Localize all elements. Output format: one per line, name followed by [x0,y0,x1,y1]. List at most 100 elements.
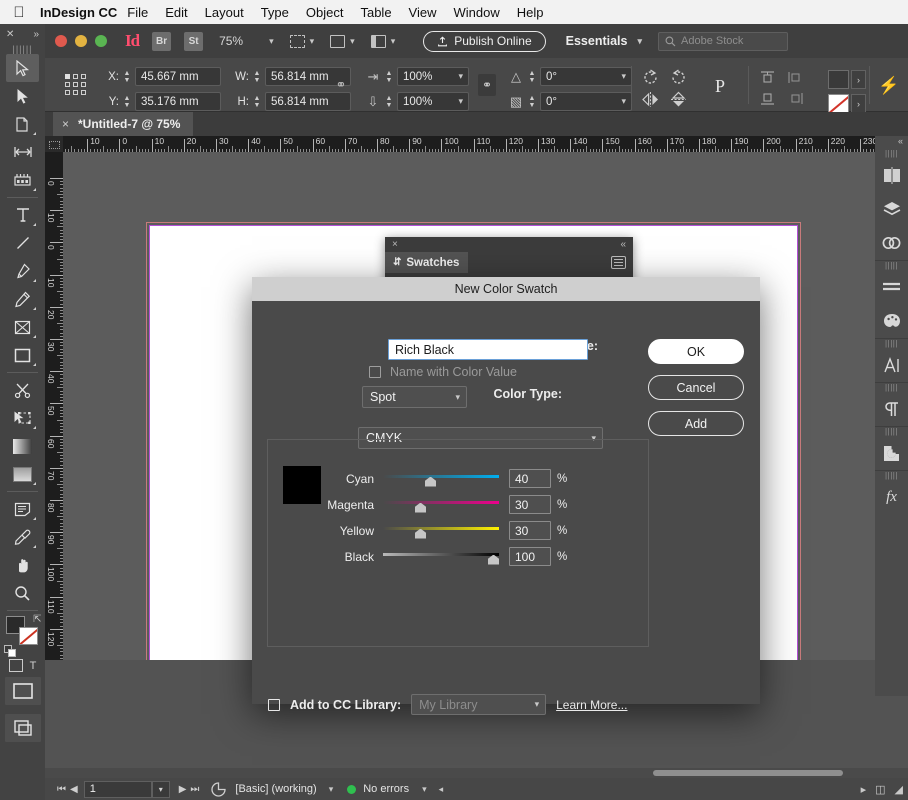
slider-knob-cyan[interactable] [425,476,436,487]
swap-fill-stroke-icon[interactable]: ⇱ [33,614,41,625]
dock-group-grip-1[interactable]: ||||| [875,149,908,158]
publish-online-button[interactable]: Publish Online [423,30,546,52]
name-with-color-value-row[interactable]: Name with Color Value [369,365,517,379]
swatches-panel-tab[interactable]: ⇵ Swatches [385,252,468,273]
stroke-color-dropdown[interactable]: › [851,94,866,113]
pen-tool[interactable] [6,257,39,285]
x-value[interactable]: 45.667 mm [135,67,221,86]
stroke-panel-icon[interactable] [875,270,908,304]
scale-x-stepper[interactable]: ▲ ▼ [384,68,394,86]
workspace-select[interactable]: Essentials ▾ [566,34,642,48]
menu-view[interactable]: View [409,5,437,20]
eyedropper-tool[interactable] [6,523,39,551]
h-stepper[interactable]: ▲ ▼ [252,93,262,111]
dock-group-grip-2[interactable]: ||||| [875,261,908,270]
page-nav-prev[interactable]: ◀ [70,784,78,795]
slider-value-cyan[interactable]: 40 [509,469,551,488]
align-right-button[interactable] [787,91,804,106]
quick-apply-icon[interactable]: ⚡ [878,76,899,96]
swatch-name-input[interactable]: Rich Black [388,339,588,360]
add-button[interactable]: Add [648,411,744,436]
shear-stepper[interactable]: ▲ ▼ [527,93,537,111]
slider-track-black[interactable] [383,548,499,566]
rotate-counterclockwise-button[interactable] [669,68,688,87]
stock-button[interactable]: St [184,31,204,51]
canvas-horizontal-scrollbar[interactable] [63,768,908,778]
zoom-level-select[interactable]: 75% ▾ [219,34,274,48]
tools-expand-icon[interactable]: » [33,29,39,40]
hand-tool[interactable] [6,551,39,579]
shear-value[interactable]: 0° ▾ [540,92,632,111]
close-icon[interactable]: × [62,117,69,131]
status-expand-icon[interactable]: ◂ [439,784,444,795]
rotation-field[interactable]: △ ▲ ▼ 0° ▾ [508,67,632,86]
slider-track-cyan[interactable] [383,470,499,488]
align-left-button[interactable] [787,70,804,85]
menu-help[interactable]: Help [517,5,544,20]
x-stepper[interactable]: ▲ ▼ [122,68,132,86]
minimize-window-button[interactable] [75,35,87,47]
document-tab[interactable]: × *Untitled-7 @ 75% [53,112,194,136]
scale-y-field[interactable]: ⇩ ▲ ▼ 100% ▾ [365,92,469,111]
constrain-scale-proportions-icon[interactable]: ⚭ [478,74,496,96]
tools-close-icon[interactable]: ✕ [6,29,14,40]
ruler-origin-box[interactable] [45,136,63,152]
text-wrap-panel-icon[interactable] [875,436,908,470]
tools-drag-grip[interactable]: |||||| [0,44,45,54]
default-fill-stroke-icon[interactable] [3,645,17,658]
rectangle-tool[interactable] [6,341,39,369]
rotation-value[interactable]: 0° ▾ [540,67,632,86]
close-window-button[interactable] [55,35,67,47]
apple-logo-icon[interactable]:  [8,5,30,20]
fill-color-control[interactable]: › [828,70,866,89]
screen-mode-button[interactable] [4,714,41,742]
horizontal-ruler[interactable]: 0100102030405060708090100110120130140150… [63,136,908,152]
align-bottom-button[interactable] [759,91,776,106]
page-nav-next[interactable]: ▶ [179,784,187,795]
effects-panel-icon[interactable]: fx [875,480,908,514]
gap-tool[interactable] [6,138,39,166]
apply-color-button[interactable] [4,677,41,705]
scissors-tool[interactable] [6,376,39,404]
menu-layout[interactable]: Layout [205,5,244,20]
menu-table[interactable]: Table [360,5,391,20]
status-forward-icon[interactable]: ▸ [861,783,867,796]
maximize-window-button[interactable] [95,35,107,47]
reference-point-selector[interactable] [65,74,91,96]
free-transform-tool[interactable] [6,404,39,432]
page-number-dropdown[interactable]: ▾ [151,780,170,798]
scrollbar-thumb[interactable] [653,770,843,776]
close-icon[interactable]: × [392,239,398,250]
scale-y-stepper[interactable]: ▲ ▼ [384,93,394,111]
flip-horizontal-button[interactable] [641,91,660,108]
rotation-stepper[interactable]: ▲ ▼ [527,68,537,86]
add-to-cc-library-checkbox[interactable] [268,698,280,711]
search-input[interactable]: Adobe Stock [658,31,788,51]
formatting-affects-text-icon[interactable]: T [30,660,37,672]
note-tool[interactable] [6,495,39,523]
fill-color-dropdown[interactable]: › [851,70,866,89]
cc-library-select[interactable]: My Library ▾ [411,694,547,715]
menu-file[interactable]: File [127,5,148,20]
stroke-swatch[interactable] [18,627,38,645]
dock-collapse-button[interactable]: « [875,136,908,149]
panel-menu-icon[interactable] [611,256,626,269]
dock-group-grip-6[interactable]: ||||| [875,471,908,480]
pencil-tool[interactable] [6,285,39,313]
ok-button[interactable]: OK [648,339,744,364]
menu-type[interactable]: Type [261,5,289,20]
slider-value-black[interactable]: 100 [509,547,551,566]
slider-value-magenta[interactable]: 30 [509,495,551,514]
align-top-button[interactable] [759,70,776,85]
menu-edit[interactable]: Edit [165,5,187,20]
scale-x-field[interactable]: ⇥ ▲ ▼ 100% ▾ [365,67,469,86]
color-panel-icon[interactable] [875,304,908,338]
stroke-color-swatch[interactable] [828,94,849,113]
page-tool[interactable] [6,110,39,138]
preview-mode-icon[interactable]: ◫ [875,783,885,796]
screen-mode-select[interactable]: ▾ [330,34,355,48]
bridge-button[interactable]: Br [152,31,172,51]
line-tool[interactable] [6,229,39,257]
page-nav-last[interactable]: ⏭ [190,784,199,795]
w-stepper[interactable]: ▲ ▼ [252,68,262,86]
